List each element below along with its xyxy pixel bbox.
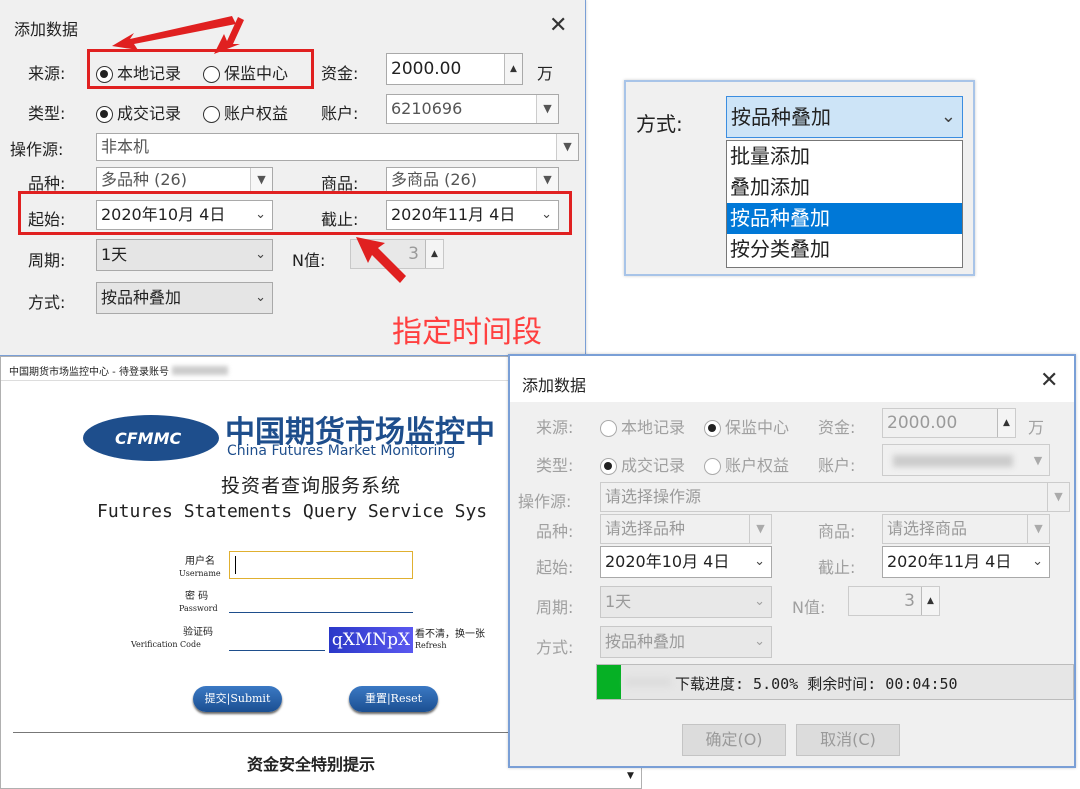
chevron-down-icon: ⌄	[754, 594, 765, 609]
goods-select[interactable]: 请选择商品 ▼	[882, 514, 1050, 544]
submit-button[interactable]: 提交|Submit	[193, 686, 282, 712]
annotation-arrows	[112, 16, 406, 283]
radio-icon	[600, 458, 617, 475]
spinner-icon[interactable]: ▲▼	[921, 587, 939, 615]
progress-text: 下载进度: 5.00% 剩余时间: 00:04:50	[675, 675, 958, 693]
ok-button[interactable]: 确定(O)	[682, 724, 786, 756]
arrow-icon	[356, 237, 406, 283]
dropdown-option[interactable]: 按分类叠加	[727, 234, 962, 265]
variety-label: 品种:	[536, 522, 574, 541]
close-icon[interactable]: ✕	[1040, 370, 1058, 392]
scroll-down-icon[interactable]: ▼	[627, 771, 634, 781]
captcha-image[interactable]: qXMNpX	[329, 627, 413, 653]
chevron-down-icon: ⌄	[1032, 554, 1043, 569]
source-radio-local[interactable]: 本地记录	[600, 414, 685, 438]
progress-bar: 下载进度: 5.00% 剩余时间: 00:04:50	[596, 664, 1074, 700]
type-radio-equity[interactable]: 账户权益	[704, 452, 789, 476]
mode-select-open[interactable]: 按品种叠加 ⌄	[726, 96, 963, 138]
mode-label: 方式:	[536, 638, 574, 657]
dropdown-arrow-icon: ▼	[1047, 483, 1069, 511]
period-select[interactable]: 1天 ⌄	[600, 586, 772, 618]
goods-label: 商品:	[818, 522, 856, 541]
arrow-icon	[112, 16, 236, 50]
start-label: 起始:	[536, 558, 574, 577]
radio-icon	[600, 420, 617, 437]
chevron-down-icon: ⌄	[754, 554, 765, 569]
captcha-label-cn: 验证码	[183, 627, 213, 638]
mode-label: 方式:	[636, 112, 683, 136]
mode-select[interactable]: 按品种叠加 ⌄	[600, 626, 772, 658]
captcha-input[interactable]	[229, 633, 325, 651]
system-name-cn: 投资者查询服务系统	[221, 475, 402, 497]
annotation-label: 指定时间段	[392, 315, 542, 350]
username-input[interactable]	[229, 551, 413, 579]
capital-input[interactable]: 2000.00▲▼	[882, 408, 1016, 438]
username-label-en: Username	[179, 569, 221, 578]
type-radio-trade[interactable]: 成交记录	[600, 452, 685, 476]
radio-icon	[704, 420, 721, 437]
account-label: 账户:	[818, 456, 856, 475]
radio-icon	[704, 458, 721, 475]
dropdown-option-selected[interactable]: 按品种叠加	[727, 203, 962, 234]
variety-select[interactable]: 请选择品种 ▼	[600, 514, 772, 544]
dialog-title: 添加数据	[522, 376, 587, 395]
source-label: 来源:	[536, 418, 574, 437]
account-select[interactable]: ▼	[882, 444, 1050, 476]
end-date-picker[interactable]: 2020年11月 4日 ⌄	[882, 546, 1050, 578]
refresh-link-en[interactable]: Refresh	[415, 641, 447, 650]
chevron-down-icon: ⌄	[754, 634, 765, 649]
password-label-cn: 密 码	[185, 591, 209, 602]
capital-label: 资金:	[818, 418, 856, 437]
cancel-button[interactable]: 取消(C)	[796, 724, 900, 756]
mode-dropdown-panel: 方式: 按品种叠加 ⌄ 批量添加 叠加添加 按品种叠加 按分类叠加	[624, 80, 975, 276]
dropdown-arrow-icon: ▼	[1027, 515, 1049, 543]
system-name-en: Futures Statements Query Service Sys	[97, 501, 488, 522]
password-input[interactable]	[229, 595, 413, 613]
dropdown-arrow-icon: ▼	[749, 515, 771, 543]
captcha-label-en: Verification Code	[131, 640, 201, 649]
dropdown-option[interactable]: 批量添加	[727, 141, 962, 172]
org-name-en: China Futures Market Monitoring	[227, 443, 456, 459]
capital-unit: 万	[1028, 418, 1045, 437]
cfmmc-logo-text: CFMMC	[115, 429, 182, 448]
end-label: 截止:	[818, 558, 856, 577]
spinner-icon[interactable]: ▲▼	[997, 409, 1015, 437]
chevron-down-icon: ⌄	[940, 106, 956, 127]
dropdown-list: 批量添加 叠加添加 按品种叠加 按分类叠加	[726, 140, 963, 268]
refresh-link-cn[interactable]: 看不清，换一张	[415, 625, 485, 640]
security-notice-title: 资金安全特别提示	[247, 755, 376, 774]
start-date-picker[interactable]: 2020年10月 4日 ⌄	[600, 546, 772, 578]
dropdown-option[interactable]: 叠加添加	[727, 172, 962, 203]
progress-fill	[597, 665, 621, 699]
dropdown-arrow-icon: ▼	[1027, 445, 1049, 475]
n-value-input[interactable]: 3▲▼	[848, 586, 940, 616]
source-radio-center[interactable]: 保监中心	[704, 414, 789, 438]
username-label-cn: 用户名	[185, 556, 215, 567]
operator-label: 操作源:	[518, 492, 572, 511]
n-label: N值:	[792, 598, 826, 617]
reset-button[interactable]: 重置|Reset	[349, 686, 438, 712]
add-data-dialog-2: 添加数据 ✕ 来源: 本地记录 保监中心 资金: 2000.00▲▼ 万 类型:…	[508, 354, 1076, 768]
period-label: 周期:	[536, 598, 574, 617]
password-label-en: Password	[179, 604, 218, 613]
type-label: 类型:	[536, 456, 574, 475]
operator-select[interactable]: 请选择操作源 ▼	[600, 482, 1070, 512]
window-title: 中国期货市场监控中心 - 待登录账号	[9, 363, 228, 378]
